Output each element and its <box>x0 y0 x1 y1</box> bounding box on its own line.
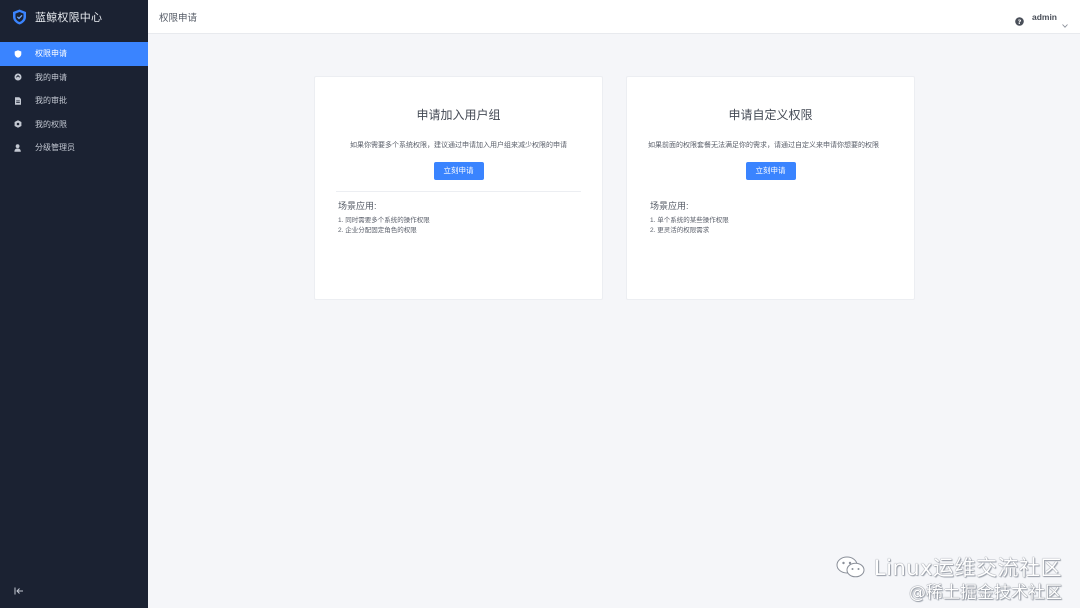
list-item: 2. 企业分配固定角色的权限 <box>338 227 417 234</box>
card-title: 申请加入用户组 <box>416 108 501 122</box>
sidebar-item-label: 权限申请 <box>35 49 67 59</box>
sidebar-item-my-permissions[interactable]: 我的权限 <box>0 113 148 137</box>
wechat-icon <box>836 555 866 579</box>
list-item: 1. 同时需要多个系统的操作权限 <box>338 217 430 224</box>
help-icon[interactable]: ? <box>1015 13 1024 26</box>
top-header: 权限申请 ? admin <box>148 0 1080 34</box>
sidebar-item-label: 我的申请 <box>35 72 67 82</box>
apply-now-button[interactable]: 立刻申请 <box>745 162 796 180</box>
watermark-secondary: @稀土掘金技术社区 <box>909 578 1062 603</box>
sidebar-item-my-approvals[interactable]: 我的审批 <box>0 89 148 113</box>
apply-group-card: 申请加入用户组 如果你需要多个系统权限，建议通过申请加入用户组来减少权限的申请 … <box>314 76 603 300</box>
card-title: 申请自定义权限 <box>728 108 813 122</box>
list-item: 1. 单个系统的某些操作权限 <box>650 217 729 224</box>
page-title: 权限申请 <box>159 12 198 24</box>
badge-icon <box>14 120 22 129</box>
watermark-text: @稀土掘金技术社区 <box>909 583 1062 603</box>
collapse-icon <box>14 582 24 600</box>
card-description: 如果前面的权限套餐无法满足你的需求，请通过自定义来申请你想要的权限 <box>648 142 879 149</box>
document-icon <box>14 97 22 105</box>
user-icon <box>14 144 22 152</box>
list-item: 2. 更灵活的权限需求 <box>650 227 710 234</box>
svg-text:?: ? <box>1018 18 1022 26</box>
apply-now-button[interactable]: 立刻申请 <box>433 162 484 180</box>
user-menu[interactable]: ? admin <box>1015 0 1068 34</box>
circle-icon <box>14 73 22 81</box>
shield-icon <box>14 50 22 58</box>
scenario-title: 场景应用: <box>650 201 689 211</box>
sidebar-nav: 权限申请 我的申请 我的审批 我的权限 分级管理员 <box>0 42 148 160</box>
sidebar-item-label: 我的权限 <box>35 119 67 129</box>
chevron-down-icon <box>1062 15 1068 28</box>
sidebar-item-label: 分级管理员 <box>35 143 75 153</box>
app-title: 蓝鲸权限中心 <box>35 12 103 24</box>
sidebar-item-permission-apply[interactable]: 权限申请 <box>0 42 148 66</box>
divider <box>336 191 581 192</box>
scenario-title: 场景应用: <box>338 201 377 211</box>
sidebar: 蓝鲸权限中心 权限申请 我的申请 我的审批 我的权限 分级管理员 <box>0 0 148 608</box>
sidebar-collapse-button[interactable] <box>12 584 26 598</box>
username: admin <box>1031 12 1057 22</box>
brand[interactable]: 蓝鲸权限中心 <box>0 0 148 34</box>
sidebar-item-grade-admin[interactable]: 分级管理员 <box>0 136 148 160</box>
scenario-list: 1. 同时需要多个系统的操作权限 2. 企业分配固定角色的权限 <box>315 216 602 236</box>
card-description: 如果你需要多个系统权限，建议通过申请加入用户组来减少权限的申请 <box>350 142 567 149</box>
scenario-list: 1. 单个系统的某些操作权限 2. 更灵活的权限需求 <box>627 216 914 236</box>
sidebar-item-my-applications[interactable]: 我的申请 <box>0 66 148 90</box>
sidebar-item-label: 我的审批 <box>35 96 67 106</box>
logo-shield-icon <box>12 9 27 25</box>
apply-custom-card: 申请自定义权限 如果前面的权限套餐无法满足你的需求，请通过自定义来申请你想要的权… <box>626 76 915 300</box>
